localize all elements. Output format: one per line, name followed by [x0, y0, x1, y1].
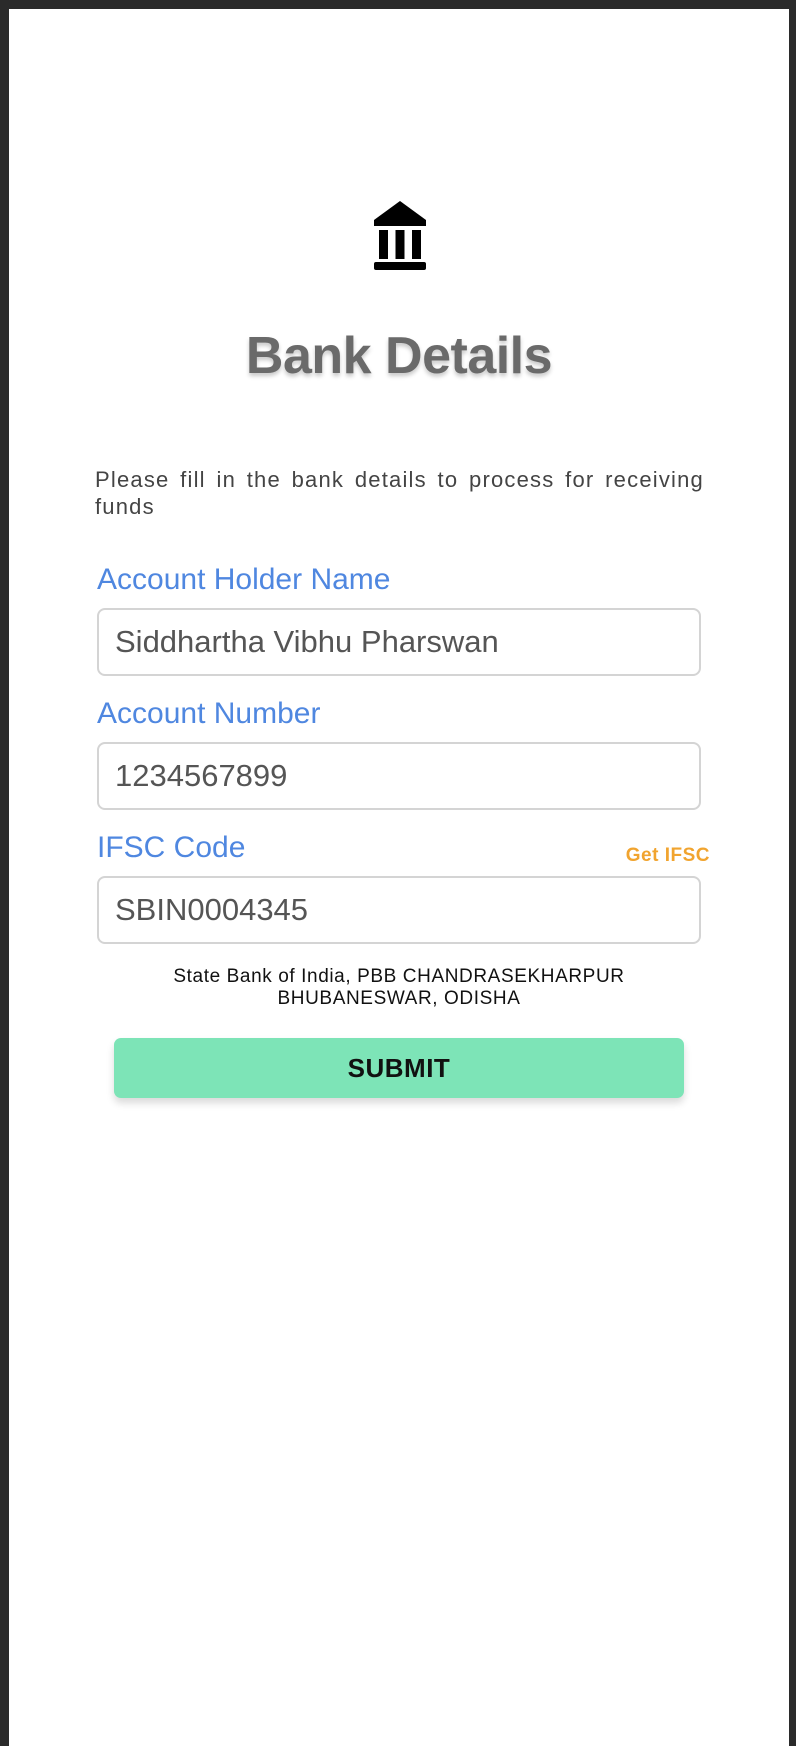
account-holder-input[interactable] [97, 608, 701, 676]
intro-text: Please fill in the bank details to proce… [95, 467, 704, 519]
ifsc-input[interactable] [97, 876, 701, 944]
bank-branch-line1: State Bank of India, PBB CHANDRASEKHARPU… [173, 966, 625, 987]
account-number-label: Account Number [97, 697, 321, 730]
bank-branch-info: State Bank of India, PBB CHANDRASEKHARPU… [9, 966, 789, 1010]
get-ifsc-link[interactable]: Get IFSC [626, 845, 710, 867]
account-number-input[interactable] [97, 742, 701, 810]
submit-button[interactable]: SUBMIT [114, 1038, 684, 1098]
screen: Bank Details Please fill in the bank det… [9, 9, 789, 1746]
page-title: Bank Details [245, 327, 553, 385]
ifsc-label: IFSC Code [97, 831, 246, 864]
account-holder-label: Account Holder Name [97, 563, 391, 596]
bank-branch-line2: BHUBANESWAR, ODISHA [277, 988, 521, 1009]
bank-icon [372, 198, 428, 276]
